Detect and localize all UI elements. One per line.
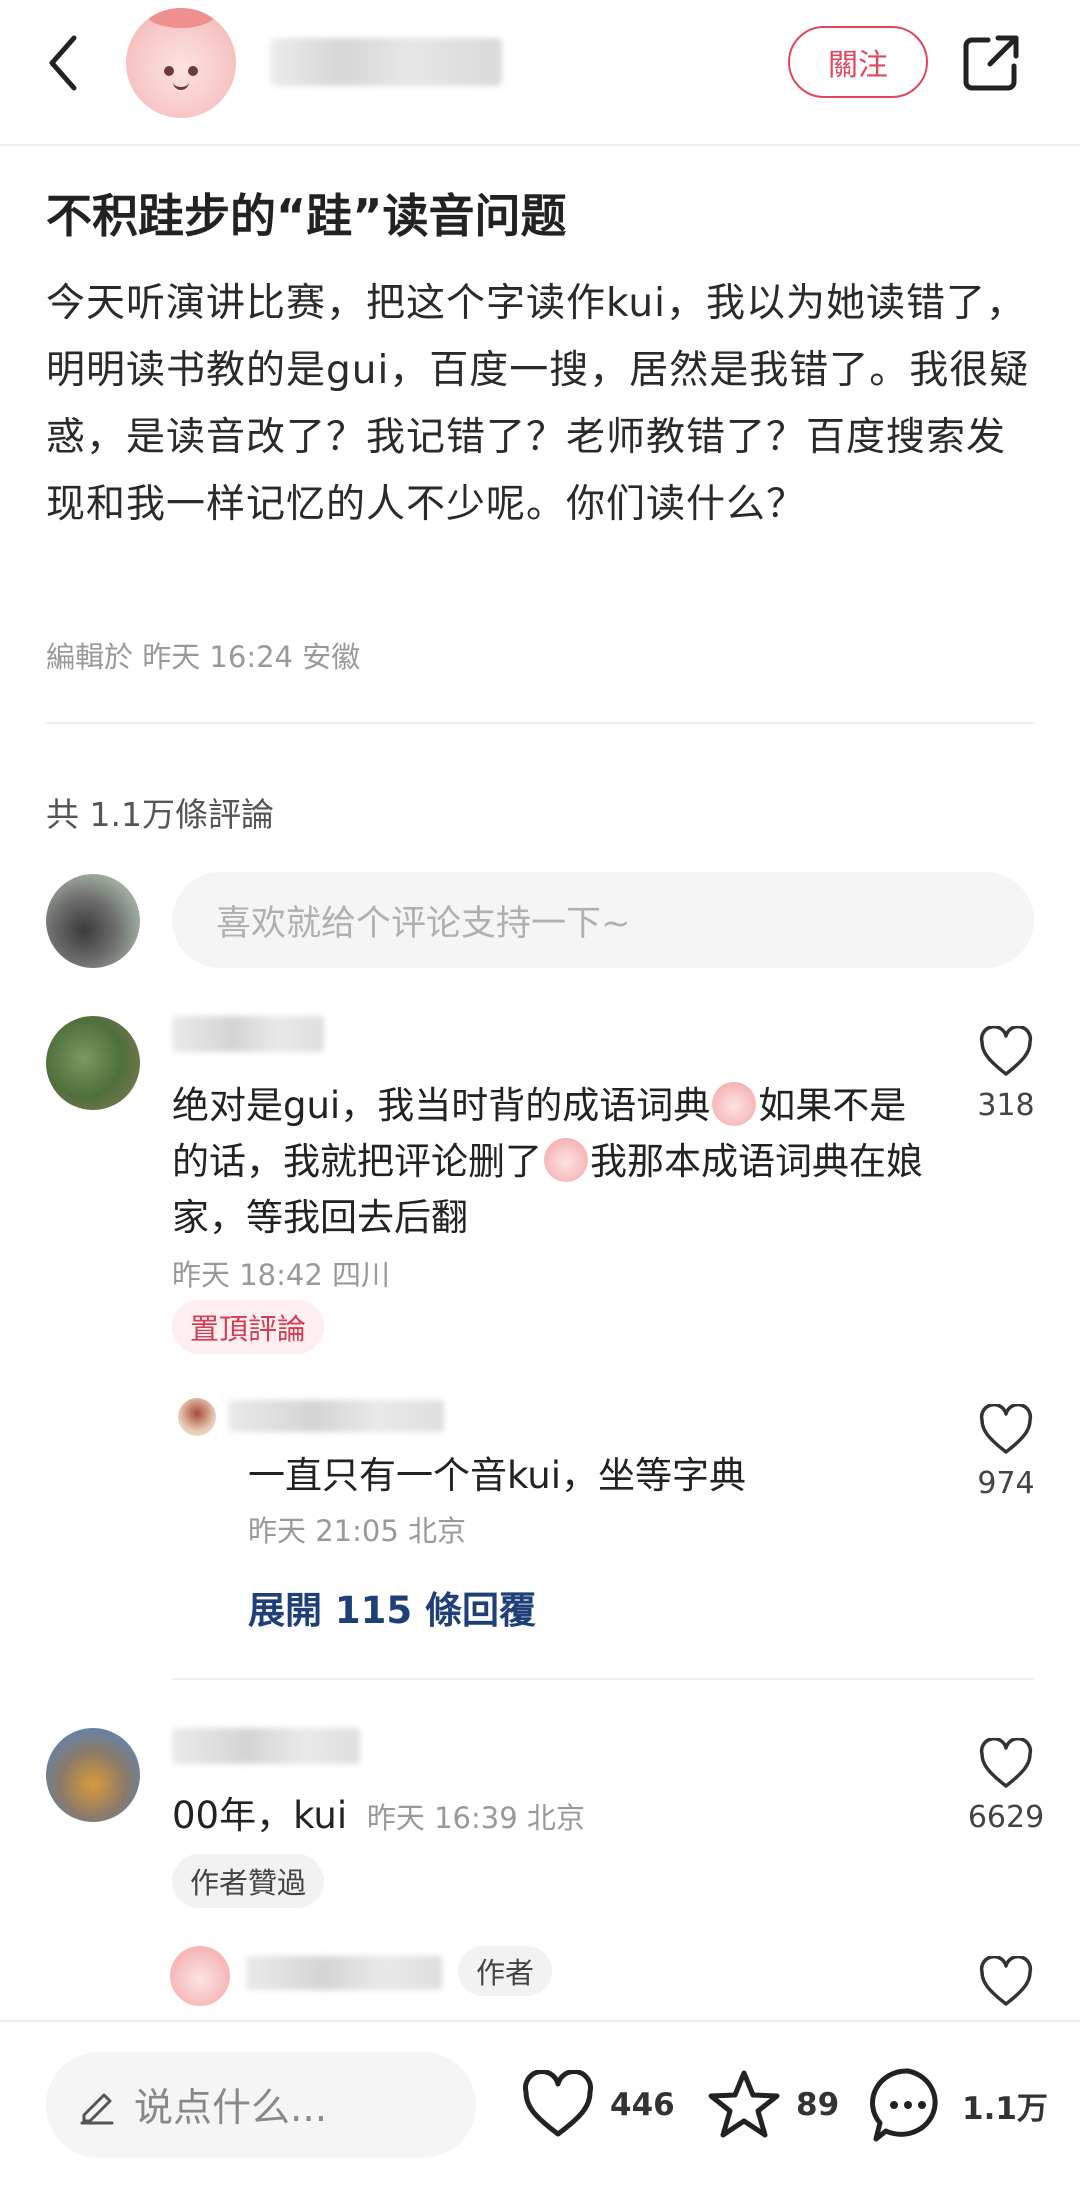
author-name-blurred[interactable]	[270, 38, 502, 86]
comment-count: 共 1.1万條評論	[46, 795, 274, 834]
reply-name-blurred[interactable]	[228, 1400, 444, 1432]
heart-icon	[979, 1402, 1033, 1454]
reply-avatar[interactable]	[170, 1946, 230, 2006]
comment-text-part1: 绝对是gui，我当时背的成语词典	[172, 1084, 711, 1127]
say-something-input[interactable]: 说点什么...	[46, 2052, 476, 2158]
reply-avatar[interactable]	[178, 1398, 216, 1436]
expand-replies-link[interactable]: 展開 115 條回覆	[248, 1580, 536, 1634]
face-emoji-icon	[544, 1137, 588, 1182]
comment-like-button[interactable]: 318	[956, 1024, 1056, 1123]
commenter-avatar[interactable]	[46, 1016, 140, 1110]
commenter-name-blurred[interactable]	[172, 1016, 324, 1052]
heart-icon	[979, 1736, 1033, 1788]
heart-icon	[523, 2070, 593, 2137]
comment-like-button[interactable]: 6629	[956, 1736, 1056, 1835]
comment-meta: 昨天 18:42 四川	[172, 1258, 391, 1292]
pinned-comment-badge: 置頂評論	[172, 1300, 325, 1354]
chat-bubble-icon	[870, 2068, 938, 2142]
share-icon	[963, 35, 1019, 91]
comment-post-button[interactable]: 1.1万	[868, 2060, 1048, 2150]
back-button[interactable]	[38, 28, 88, 98]
reply-name-blurred[interactable]	[246, 1956, 442, 1990]
top-bar: 關注	[0, 0, 1080, 146]
commenter-name-blurred[interactable]	[172, 1728, 360, 1764]
heart-icon	[979, 1024, 1033, 1076]
like-post-button[interactable]: 446	[520, 2060, 675, 2150]
comment-meta: 昨天 16:39 北京	[366, 1801, 585, 1835]
like-count: 974	[977, 1466, 1035, 1501]
divider	[172, 1678, 1034, 1680]
post-star-count: 89	[796, 2087, 840, 2123]
bottom-action-bar: 说点什么... 446 89 1.1万	[0, 2020, 1080, 2186]
pencil-icon	[80, 2093, 114, 2125]
comment-text[interactable]: 00年，kui 昨天 16:39 北京	[172, 1788, 932, 1846]
post-comment-count: 1.1万	[962, 2090, 1048, 2127]
comment-text[interactable]: 绝对是gui，我当时背的成语词典 如果不是的话，我就把评论删了 我那本成语词典在娘家…	[172, 1078, 932, 1246]
like-count: 318	[977, 1088, 1035, 1123]
reply-like-button[interactable]: 974	[956, 1402, 1056, 1501]
reply-like-button[interactable]	[956, 1954, 1056, 2012]
divider	[46, 722, 1034, 724]
star-icon	[708, 2070, 780, 2138]
comment-input[interactable]: 喜欢就给个评论支持一下~	[172, 872, 1034, 968]
post-like-count: 446	[610, 2087, 675, 2123]
post-title: 不积跬步的“跬”读音问题	[46, 189, 567, 243]
my-avatar	[46, 874, 140, 968]
chevron-left-icon	[49, 35, 77, 91]
reply-meta: 昨天 21:05 北京	[248, 1514, 467, 1548]
crying-emoji-icon	[712, 1081, 757, 1126]
follow-button[interactable]: 關注	[788, 26, 928, 98]
collect-post-button[interactable]: 89	[706, 2060, 839, 2150]
post-meta: 編輯於 昨天 16:24 安徽	[46, 640, 361, 674]
like-count: 6629	[967, 1800, 1045, 1835]
post-body: 今天听演讲比赛，把这个字读作kui，我以为她读错了，明明读书教的是gui，百度一…	[46, 281, 1030, 527]
comment-text-body: 00年，kui	[172, 1794, 348, 1837]
commenter-avatar[interactable]	[46, 1728, 140, 1822]
share-button[interactable]	[960, 30, 1024, 94]
author-badge: 作者	[458, 1946, 553, 1996]
author-liked-badge: 作者贊過	[172, 1854, 325, 1908]
say-something-placeholder: 说点什么...	[134, 2086, 328, 2131]
reply-text[interactable]: 一直只有一个音kui，坐等字典	[248, 1448, 928, 1504]
heart-icon	[979, 1954, 1033, 2006]
author-avatar[interactable]	[126, 8, 236, 118]
